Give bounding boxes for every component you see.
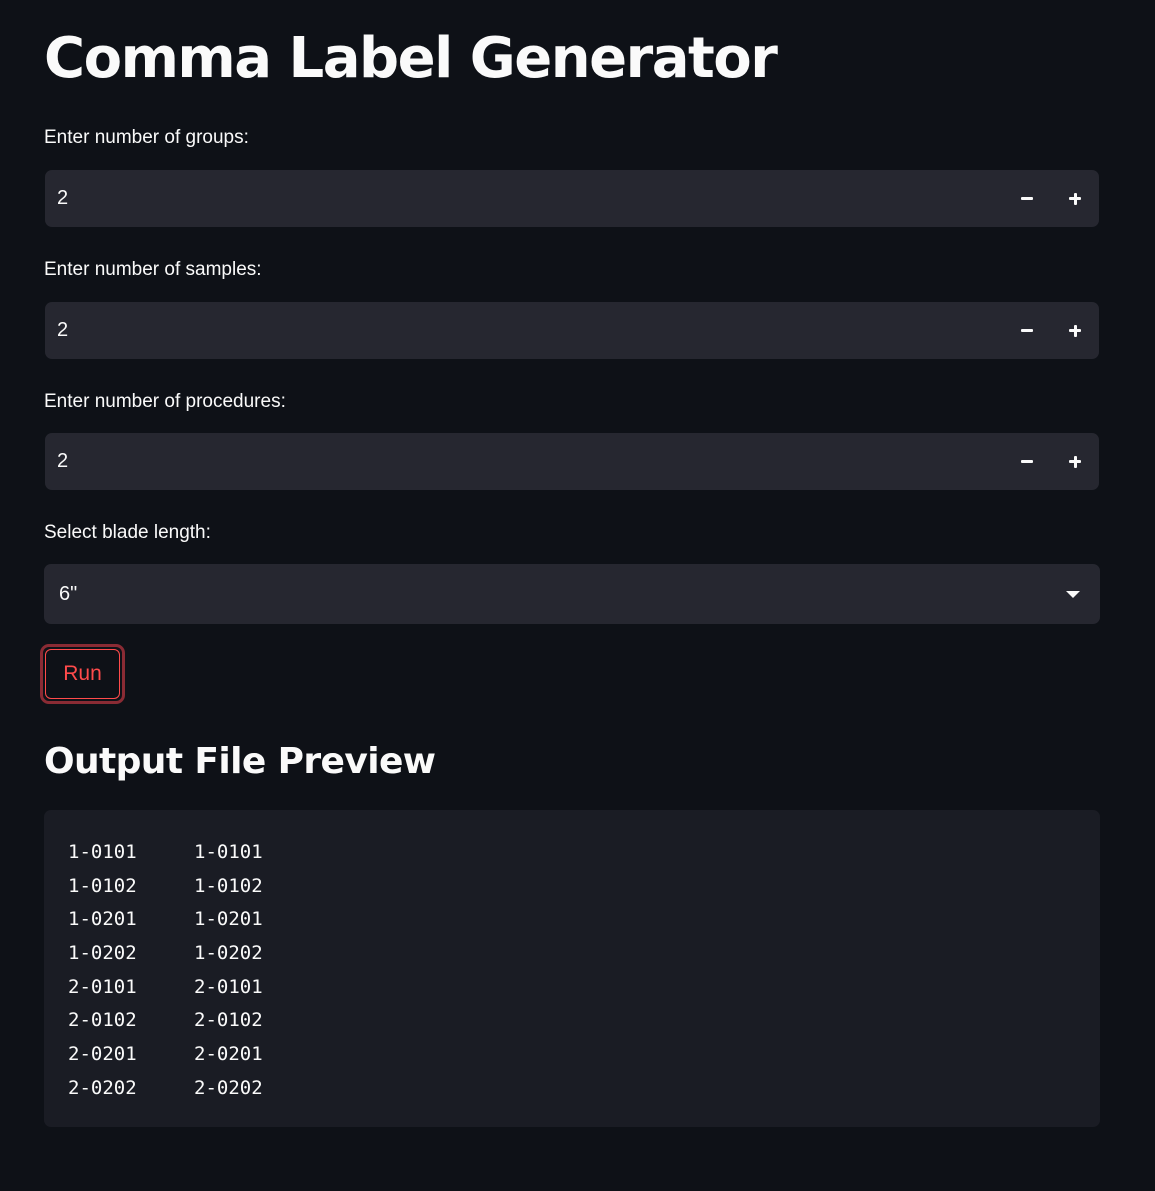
groups-increment-button[interactable] bbox=[1051, 170, 1099, 227]
code-line: 1-0201 1-0201 bbox=[68, 903, 1076, 937]
groups-label: Enter number of groups: bbox=[44, 127, 249, 148]
samples-increment-button[interactable] bbox=[1051, 302, 1099, 359]
code-cell: 1-0101 bbox=[68, 841, 137, 863]
groups-value[interactable]: 2 bbox=[57, 170, 68, 227]
samples-input[interactable]: 2 bbox=[45, 302, 1099, 359]
procedures-label: Enter number of procedures: bbox=[44, 391, 286, 412]
plus-icon bbox=[1069, 455, 1081, 468]
plus-icon bbox=[1069, 324, 1081, 337]
code-cell: 2-0102 bbox=[194, 1009, 263, 1032]
code-cell: 2-0202 bbox=[194, 1076, 263, 1099]
run-button-label[interactable]: Run bbox=[45, 649, 120, 699]
samples-value[interactable]: 2 bbox=[57, 302, 68, 359]
code-cell: 1-0202 bbox=[68, 942, 137, 965]
procedures-decrement-button[interactable] bbox=[1003, 433, 1051, 490]
procedures-input[interactable]: 2 bbox=[45, 433, 1099, 490]
minus-icon bbox=[1021, 329, 1033, 332]
groups-input[interactable]: 2 bbox=[45, 170, 1099, 227]
output-preview-code-block: 1-0101 1-0101 1-0102 1-0102 1-0201 1-0201 1… bbox=[44, 810, 1100, 1127]
code-cell: 1-0102 bbox=[68, 874, 137, 897]
groups-decrement-button[interactable] bbox=[1003, 170, 1051, 227]
procedures-value[interactable]: 2 bbox=[57, 433, 68, 490]
page-title: Comma Label Generator bbox=[44, 26, 778, 91]
code-cell: 1-0202 bbox=[194, 942, 263, 965]
code-line: 1-0102 1-0102 bbox=[68, 870, 1076, 904]
blade-length-label: Select blade length: bbox=[44, 522, 211, 543]
blade-length-value: 6" bbox=[59, 583, 78, 605]
code-cell: 1-0101 bbox=[194, 841, 263, 863]
minus-icon bbox=[1021, 197, 1033, 200]
code-cell: 2-0101 bbox=[68, 975, 137, 998]
code-cell: 2-0102 bbox=[68, 1009, 137, 1032]
plus-icon bbox=[1069, 192, 1081, 205]
code-cell: 1-0201 bbox=[68, 908, 137, 931]
code-cell: 2-0202 bbox=[68, 1076, 137, 1099]
output-preview-heading: Output File Preview bbox=[44, 741, 436, 782]
code-line: 2-0201 2-0201 bbox=[68, 1038, 1076, 1072]
procedures-increment-button[interactable] bbox=[1051, 433, 1099, 490]
code-line: 1-0202 1-0202 bbox=[68, 937, 1076, 971]
blade-length-select[interactable]: 6" bbox=[44, 564, 1100, 624]
code-cell: 2-0201 bbox=[68, 1043, 137, 1066]
code-line: 2-0101 2-0101 bbox=[68, 971, 1076, 1005]
code-cell: 1-0102 bbox=[194, 874, 263, 897]
samples-decrement-button[interactable] bbox=[1003, 302, 1051, 359]
code-line: 1-0101 1-0101 bbox=[68, 836, 1076, 870]
samples-label: Enter number of samples: bbox=[44, 259, 262, 280]
code-cell: 2-0101 bbox=[194, 975, 263, 998]
code-line: 2-0202 2-0202 bbox=[68, 1072, 1076, 1106]
run-button[interactable]: Run bbox=[40, 644, 125, 704]
minus-icon bbox=[1021, 460, 1033, 463]
code-cell: 1-0201 bbox=[194, 908, 263, 931]
code-line: 2-0102 2-0102 bbox=[68, 1004, 1076, 1038]
chevron-down-icon[interactable] bbox=[1066, 591, 1080, 598]
code-cell: 2-0201 bbox=[194, 1043, 263, 1066]
